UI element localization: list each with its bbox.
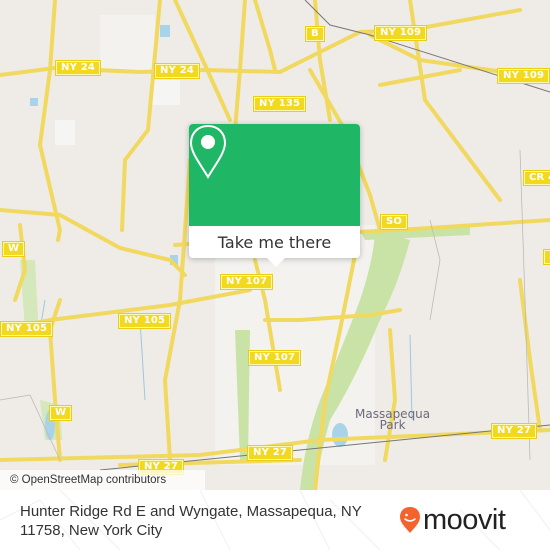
place-label-massapequa-park: Massapequa Park: [355, 408, 430, 432]
map-attribution[interactable]: © OpenStreetMap contributors: [0, 470, 205, 490]
road-shield: SO: [379, 214, 409, 230]
road-shield: NY 109: [373, 25, 428, 41]
take-me-there-button[interactable]: Take me there: [189, 226, 360, 258]
footer: Hunter Ridge Rd E and Wyngate, Massapequ…: [0, 490, 550, 550]
moovit-pin-icon: [400, 507, 420, 533]
road-shield: NY 107: [219, 274, 274, 290]
road-shield: W: [1, 241, 26, 257]
popup-tail: [266, 257, 286, 267]
road-shield: NY 24: [54, 60, 102, 76]
road-shield: W: [48, 405, 73, 421]
road-shield: NY 105: [117, 313, 172, 329]
road-shield: NY 24: [153, 63, 201, 79]
popup-header: [189, 124, 360, 226]
road-shield: B: [305, 26, 325, 42]
road-shield: NY 105: [0, 321, 54, 337]
road-shield: NY 109: [496, 68, 550, 84]
moovit-logo-text: moovit: [423, 504, 506, 536]
road-shield: NY 27: [246, 445, 294, 461]
road-shield: NY 135: [252, 96, 307, 112]
road-shield: CR 4: [522, 170, 550, 186]
map-view[interactable]: NY 24 NY 24 NY 135 B NY 109 NY 109 CR 4 …: [0, 0, 550, 490]
place-label-line2: Park: [379, 418, 406, 432]
location-popup: Take me there: [189, 124, 360, 267]
map-pin-icon: [189, 124, 227, 179]
moovit-logo[interactable]: moovit: [399, 502, 506, 538]
address-text: Hunter Ridge Rd E and Wyngate, Massapequ…: [20, 503, 362, 539]
road-shield: N: [543, 249, 550, 265]
road-shield: NY 107: [247, 350, 302, 366]
road-shield: NY 27: [490, 423, 538, 439]
